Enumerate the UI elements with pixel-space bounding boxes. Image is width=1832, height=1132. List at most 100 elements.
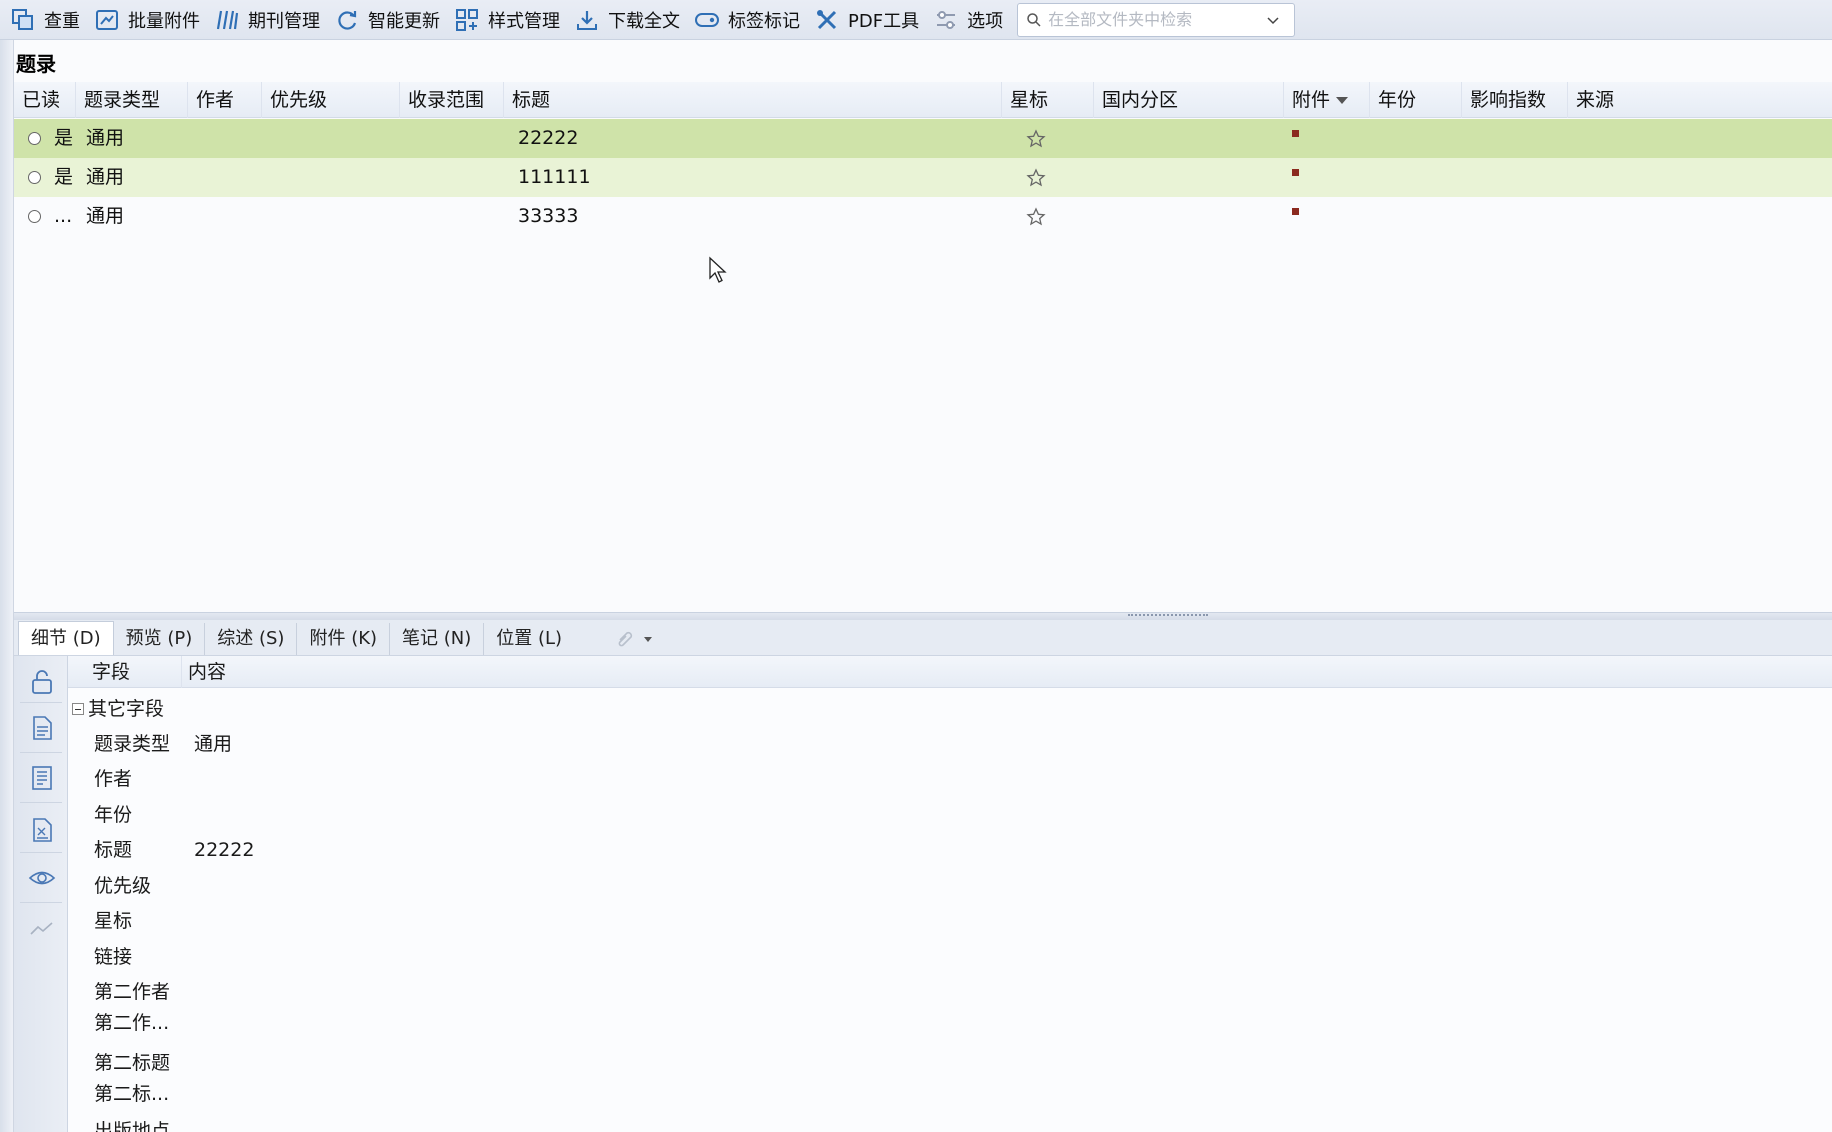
pdf-tools-label: PDF工具 [848, 10, 920, 32]
field-row[interactable]: 标题 22222 [68, 835, 1832, 865]
column-header-star[interactable]: 星标 [1002, 82, 1094, 118]
pdf-tools-button[interactable]: PDF工具 [810, 2, 927, 38]
batch-attachment-button[interactable]: 批量附件 [90, 2, 208, 38]
read-radio[interactable] [28, 210, 41, 223]
row-read: ... [54, 205, 73, 227]
table-row[interactable]: ... 通用 33333 [14, 197, 1832, 236]
table-row[interactable]: 是 通用 111111 [14, 158, 1832, 197]
field-row[interactable]: 题录类型 通用 [68, 729, 1832, 759]
column-header-read[interactable]: 已读 [14, 82, 76, 118]
group-other-fields[interactable]: 其它字段 [72, 694, 164, 724]
field-row[interactable]: 第二作者 第二作... [68, 977, 1832, 1039]
options-label: 选项 [967, 10, 1004, 32]
field-row[interactable]: 年份 [68, 800, 1832, 830]
attachment-marker-icon [1292, 169, 1299, 176]
tab-summary[interactable]: 综述 (S) [205, 623, 298, 655]
field-value[interactable]: 22222 [194, 835, 254, 865]
column-header-title[interactable]: 标题 [504, 82, 1002, 118]
smart-update-label: 智能更新 [368, 10, 440, 32]
download-fulltext-button[interactable]: 下载全文 [570, 2, 688, 38]
journal-icon [216, 10, 239, 29]
attachment-dropdown[interactable] [574, 623, 653, 655]
field-value[interactable]: 通用 [194, 729, 232, 759]
splitter-grip[interactable] [1128, 614, 1208, 617]
left-gutter [0, 40, 14, 1132]
field-name: 链接 [94, 946, 133, 968]
column-header-year[interactable]: 年份 [1370, 82, 1462, 118]
duplicate-check-icon [12, 8, 33, 30]
detail-header-field[interactable]: 字段 [86, 656, 182, 688]
batch-attachment-label: 批量附件 [128, 10, 200, 32]
detail-tabs: 细节 (D) 预览 (P) 综述 (S) 附件 (K) 笔记 (N) 位置 (L… [14, 620, 1832, 656]
read-radio[interactable] [28, 132, 41, 145]
search-input[interactable] [1048, 10, 1267, 29]
field-row[interactable]: 出版地点 [68, 1116, 1832, 1132]
search-box[interactable] [1017, 2, 1296, 37]
row-type: 通用 [86, 166, 125, 188]
star-icon[interactable] [1026, 207, 1046, 227]
lock-icon[interactable] [28, 668, 56, 696]
detail-header-content[interactable]: 内容 [182, 656, 1832, 688]
chevron-down-icon[interactable] [1266, 13, 1280, 27]
panel-title: 题录 [16, 52, 56, 76]
tab-details[interactable]: 细节 (D) [18, 621, 114, 655]
star-icon[interactable] [1026, 168, 1046, 188]
star-icon[interactable] [1026, 129, 1046, 149]
field-name: 题录类型 [94, 733, 171, 755]
field-name-secondary: 第二作... [94, 1012, 170, 1034]
column-header-author[interactable]: 作者 [188, 82, 262, 118]
notes-icon[interactable] [28, 764, 56, 792]
row-read: 是 [54, 166, 74, 188]
field-row[interactable]: 星标 [68, 906, 1832, 936]
field-name-secondary: 第二标... [94, 1083, 170, 1105]
reference-list-panel: 题录 已读 题录类型 作者 优先级 收录范围 标题 星标 国内分区 附件 年份 … [14, 40, 1832, 612]
tab-attachments[interactable]: 附件 (K) [297, 623, 391, 655]
column-header-scope[interactable]: 收录范围 [400, 82, 504, 118]
journal-management-label: 期刊管理 [248, 10, 320, 32]
document-icon[interactable] [28, 714, 56, 742]
read-radio[interactable] [28, 171, 41, 184]
divider [20, 902, 62, 903]
duplicate-check-button[interactable]: 查重 [6, 2, 88, 38]
tag-mark-button[interactable]: 标签标记 [690, 2, 808, 38]
field-row[interactable]: 第二标题 第二标... [68, 1048, 1832, 1110]
reference-doc-icon[interactable] [28, 816, 56, 844]
field-row[interactable]: 作者 [68, 764, 1832, 794]
trend-icon[interactable] [28, 914, 56, 942]
journal-management-button[interactable]: 期刊管理 [210, 2, 328, 38]
search-icon [1027, 12, 1041, 27]
attachment-marker-icon [1292, 208, 1299, 215]
tab-notes[interactable]: 笔记 (N) [390, 623, 485, 655]
table-row[interactable]: 是 通用 22222 [14, 119, 1832, 158]
row-type: 通用 [86, 205, 125, 227]
tab-preview[interactable]: 预览 (P) [114, 623, 206, 655]
panel-splitter[interactable] [14, 612, 1832, 620]
style-grid-icon [456, 8, 478, 31]
divider [20, 802, 62, 803]
tab-location[interactable]: 位置 (L) [484, 623, 574, 655]
eye-icon[interactable] [28, 864, 56, 892]
mouse-cursor-icon [709, 256, 727, 283]
paperclip-icon [618, 631, 633, 647]
divider [20, 702, 62, 703]
column-header-impact[interactable]: 影响指数 [1462, 82, 1568, 118]
column-header-type[interactable]: 题录类型 [76, 82, 188, 118]
tools-icon [817, 9, 837, 29]
download-fulltext-label: 下载全文 [608, 10, 680, 32]
duplicate-check-label: 查重 [44, 10, 80, 32]
download-icon [577, 10, 597, 30]
column-header-source[interactable]: 来源 [1568, 82, 1832, 118]
style-management-button[interactable]: 样式管理 [450, 2, 568, 38]
grid-header: 已读 题录类型 作者 优先级 收录范围 标题 星标 国内分区 附件 年份 影响指… [14, 82, 1832, 118]
field-row[interactable]: 链接 [68, 942, 1832, 972]
collapse-icon[interactable] [72, 703, 84, 715]
column-header-attachment[interactable]: 附件 [1284, 82, 1370, 118]
smart-update-button[interactable]: 智能更新 [330, 2, 448, 38]
attachment-marker-icon [1292, 130, 1299, 137]
options-button[interactable]: 选项 [929, 2, 1011, 38]
field-row[interactable]: 优先级 [68, 871, 1832, 901]
detail-side-toolbar [14, 656, 68, 1132]
batch-attachment-icon [96, 9, 118, 30]
column-header-priority[interactable]: 优先级 [262, 82, 400, 118]
column-header-domestic-zone[interactable]: 国内分区 [1094, 82, 1284, 118]
